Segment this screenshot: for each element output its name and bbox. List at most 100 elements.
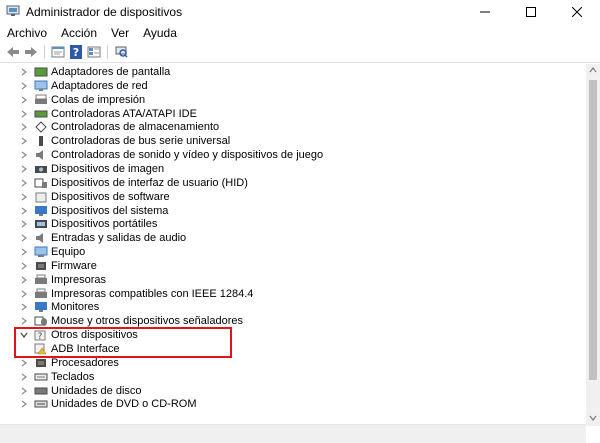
tree-item-equipo[interactable]: Equipo bbox=[18, 245, 85, 259]
tree-item-entradas-y-salidas-de-audio[interactable]: Entradas y salidas de audio bbox=[18, 231, 186, 245]
chevron-right-icon[interactable] bbox=[18, 149, 30, 161]
tree-item-monitores[interactable]: Monitores bbox=[18, 300, 99, 314]
chevron-right-icon[interactable] bbox=[18, 301, 30, 313]
tree-item-unidades-de-disco[interactable]: Unidades de disco bbox=[18, 384, 142, 398]
toolbar-divider bbox=[107, 45, 108, 59]
tree-item-label: Controladoras de almacenamiento bbox=[51, 121, 220, 134]
tree-item-adb-interface[interactable]: ADB Interface bbox=[34, 342, 119, 356]
vertical-scrollbar[interactable] bbox=[586, 64, 600, 426]
network-adapter-icon bbox=[34, 80, 48, 92]
title-bar: Administrador de dispositivos bbox=[0, 0, 600, 24]
back-arrow-icon[interactable] bbox=[4, 43, 22, 61]
menu-ver[interactable]: Ver bbox=[104, 24, 136, 42]
unknown-device-icon: ? bbox=[34, 329, 48, 341]
chevron-right-icon[interactable] bbox=[18, 218, 30, 230]
chevron-right-icon[interactable] bbox=[18, 177, 30, 189]
tree-item-controladoras-de-sonido-y-video-y-dispositivos-de-juego[interactable]: Controladoras de sonido y vídeo y dispos… bbox=[18, 148, 323, 162]
properties-icon[interactable] bbox=[49, 43, 67, 61]
tree-item-colas-de-impresion[interactable]: Colas de impresión bbox=[18, 93, 145, 107]
firmware-icon bbox=[34, 260, 48, 272]
close-button[interactable] bbox=[554, 0, 600, 24]
printer-icon bbox=[34, 288, 48, 300]
chevron-right-icon[interactable] bbox=[18, 371, 30, 383]
computer-icon bbox=[34, 246, 48, 258]
tree-item-controladoras-de-bus-serie-universal[interactable]: Controladoras de bus serie universal bbox=[18, 134, 230, 148]
menu-accion[interactable]: Acción bbox=[54, 24, 104, 42]
camera-icon bbox=[34, 163, 48, 175]
system-device-icon bbox=[34, 205, 48, 217]
tree-item-controladoras-de-almacenamiento[interactable]: Controladoras de almacenamiento bbox=[18, 120, 219, 134]
portable-device-icon bbox=[34, 218, 48, 230]
tree-item-label: Impresoras compatibles con IEEE 1284.4 bbox=[51, 287, 254, 300]
chevron-right-icon[interactable] bbox=[18, 108, 30, 120]
tree-item-adaptadores-de-red[interactable]: Adaptadores de red bbox=[18, 79, 148, 93]
menu-ayuda[interactable]: Ayuda bbox=[136, 24, 184, 42]
tree-item-label: Adaptadores de red bbox=[51, 79, 148, 92]
tree-item-firmware[interactable]: Firmware bbox=[18, 259, 97, 273]
tree-item-dispositivos-del-sistema[interactable]: Dispositivos del sistema bbox=[18, 204, 168, 218]
chevron-right-icon[interactable] bbox=[18, 121, 30, 133]
scan-hardware-icon[interactable] bbox=[112, 43, 130, 61]
tree-item-dispositivos-de-interfaz-de-usuario-hid[interactable]: Dispositivos de interfaz de usuario (HID… bbox=[18, 176, 248, 190]
chevron-right-icon[interactable] bbox=[18, 80, 30, 92]
tree-item-unidades-de-dvd-o-cd-rom[interactable]: Unidades de DVD o CD-ROM bbox=[18, 397, 197, 411]
usb-controller-icon bbox=[34, 135, 48, 147]
tree-item-dispositivos-de-imagen[interactable]: Dispositivos de imagen bbox=[18, 162, 164, 176]
sound-icon bbox=[34, 149, 48, 161]
device-manager-app-icon bbox=[6, 5, 20, 17]
tree-item-label: Unidades de disco bbox=[51, 384, 142, 397]
processor-icon bbox=[34, 357, 48, 369]
disk-drive-icon bbox=[34, 385, 48, 397]
toolbar-divider bbox=[44, 45, 45, 59]
window-title: Administrador de dispositivos bbox=[26, 5, 183, 19]
chevron-right-icon[interactable] bbox=[18, 191, 30, 203]
tree-item-controladoras-ata-atapi-ide[interactable]: Controladoras ATA/ATAPI IDE bbox=[18, 107, 197, 121]
chevron-right-icon[interactable] bbox=[18, 135, 30, 147]
chevron-right-icon[interactable] bbox=[18, 357, 30, 369]
chevron-right-icon[interactable] bbox=[18, 288, 30, 300]
chevron-right-icon[interactable] bbox=[18, 205, 30, 217]
tree-item-label: Controladoras de sonido y vídeo y dispos… bbox=[51, 149, 324, 162]
tree-item-label: Monitores bbox=[51, 301, 100, 314]
chevron-right-icon[interactable] bbox=[18, 94, 30, 106]
menu-archivo[interactable]: Archivo bbox=[0, 24, 54, 42]
chevron-right-icon[interactable] bbox=[18, 246, 30, 258]
tree-item-label: Otros dispositivos bbox=[51, 329, 138, 342]
chevron-right-icon[interactable] bbox=[18, 260, 30, 272]
tree-item-dispositivos-portatiles[interactable]: Dispositivos portátiles bbox=[18, 217, 157, 231]
forward-arrow-icon[interactable] bbox=[22, 43, 40, 61]
tree-item-impresoras[interactable]: Impresoras bbox=[18, 273, 106, 287]
tree-item-mouse-y-otros-dispositivos-senaladores[interactable]: Mouse y otros dispositivos señaladores bbox=[18, 314, 243, 328]
mouse-icon bbox=[34, 315, 48, 327]
tree-item-label: Colas de impresión bbox=[51, 93, 146, 106]
tree-item-dispositivos-de-software[interactable]: Dispositivos de software bbox=[18, 190, 170, 204]
tree-item-adaptadores-de-pantalla[interactable]: Adaptadores de pantalla bbox=[18, 65, 170, 79]
help-icon[interactable]: ? bbox=[67, 43, 85, 61]
chevron-right-icon[interactable] bbox=[18, 66, 30, 78]
tree-item-label: Dispositivos de interfaz de usuario (HID… bbox=[51, 176, 248, 189]
tree-item-label: Impresoras bbox=[51, 273, 107, 286]
chevron-right-icon[interactable] bbox=[18, 398, 30, 410]
tree-item-impresoras-compatibles-con-ieee-1284-4[interactable]: Impresoras compatibles con IEEE 1284.4 bbox=[18, 287, 253, 301]
chevron-right-icon[interactable] bbox=[18, 315, 30, 327]
printer-icon bbox=[34, 274, 48, 286]
display-adapter-icon bbox=[34, 66, 48, 78]
monitor-icon bbox=[34, 301, 48, 313]
minimize-button[interactable] bbox=[462, 0, 508, 24]
chevron-right-icon[interactable] bbox=[18, 274, 30, 286]
view-icon[interactable] bbox=[85, 43, 103, 61]
maximize-button[interactable] bbox=[508, 0, 554, 24]
chevron-down-icon[interactable] bbox=[18, 329, 30, 341]
svg-text:?: ? bbox=[73, 46, 79, 59]
chevron-right-icon[interactable] bbox=[18, 163, 30, 175]
tree-item-teclados[interactable]: Teclados bbox=[18, 370, 94, 384]
chevron-right-icon[interactable] bbox=[18, 385, 30, 397]
tree-item-label: Dispositivos portátiles bbox=[51, 218, 158, 231]
ide-controller-icon bbox=[34, 108, 48, 120]
tree-item-otros-dispositivos[interactable]: ? Otros dispositivos bbox=[18, 328, 138, 342]
tree-item-procesadores[interactable]: Procesadores bbox=[18, 356, 119, 370]
horizontal-scrollbar[interactable] bbox=[0, 424, 586, 443]
menu-bar: Archivo Acción Ver Ayuda bbox=[0, 24, 600, 42]
chevron-right-icon[interactable] bbox=[18, 232, 30, 244]
tree-item-label: Dispositivos de imagen bbox=[51, 162, 165, 175]
